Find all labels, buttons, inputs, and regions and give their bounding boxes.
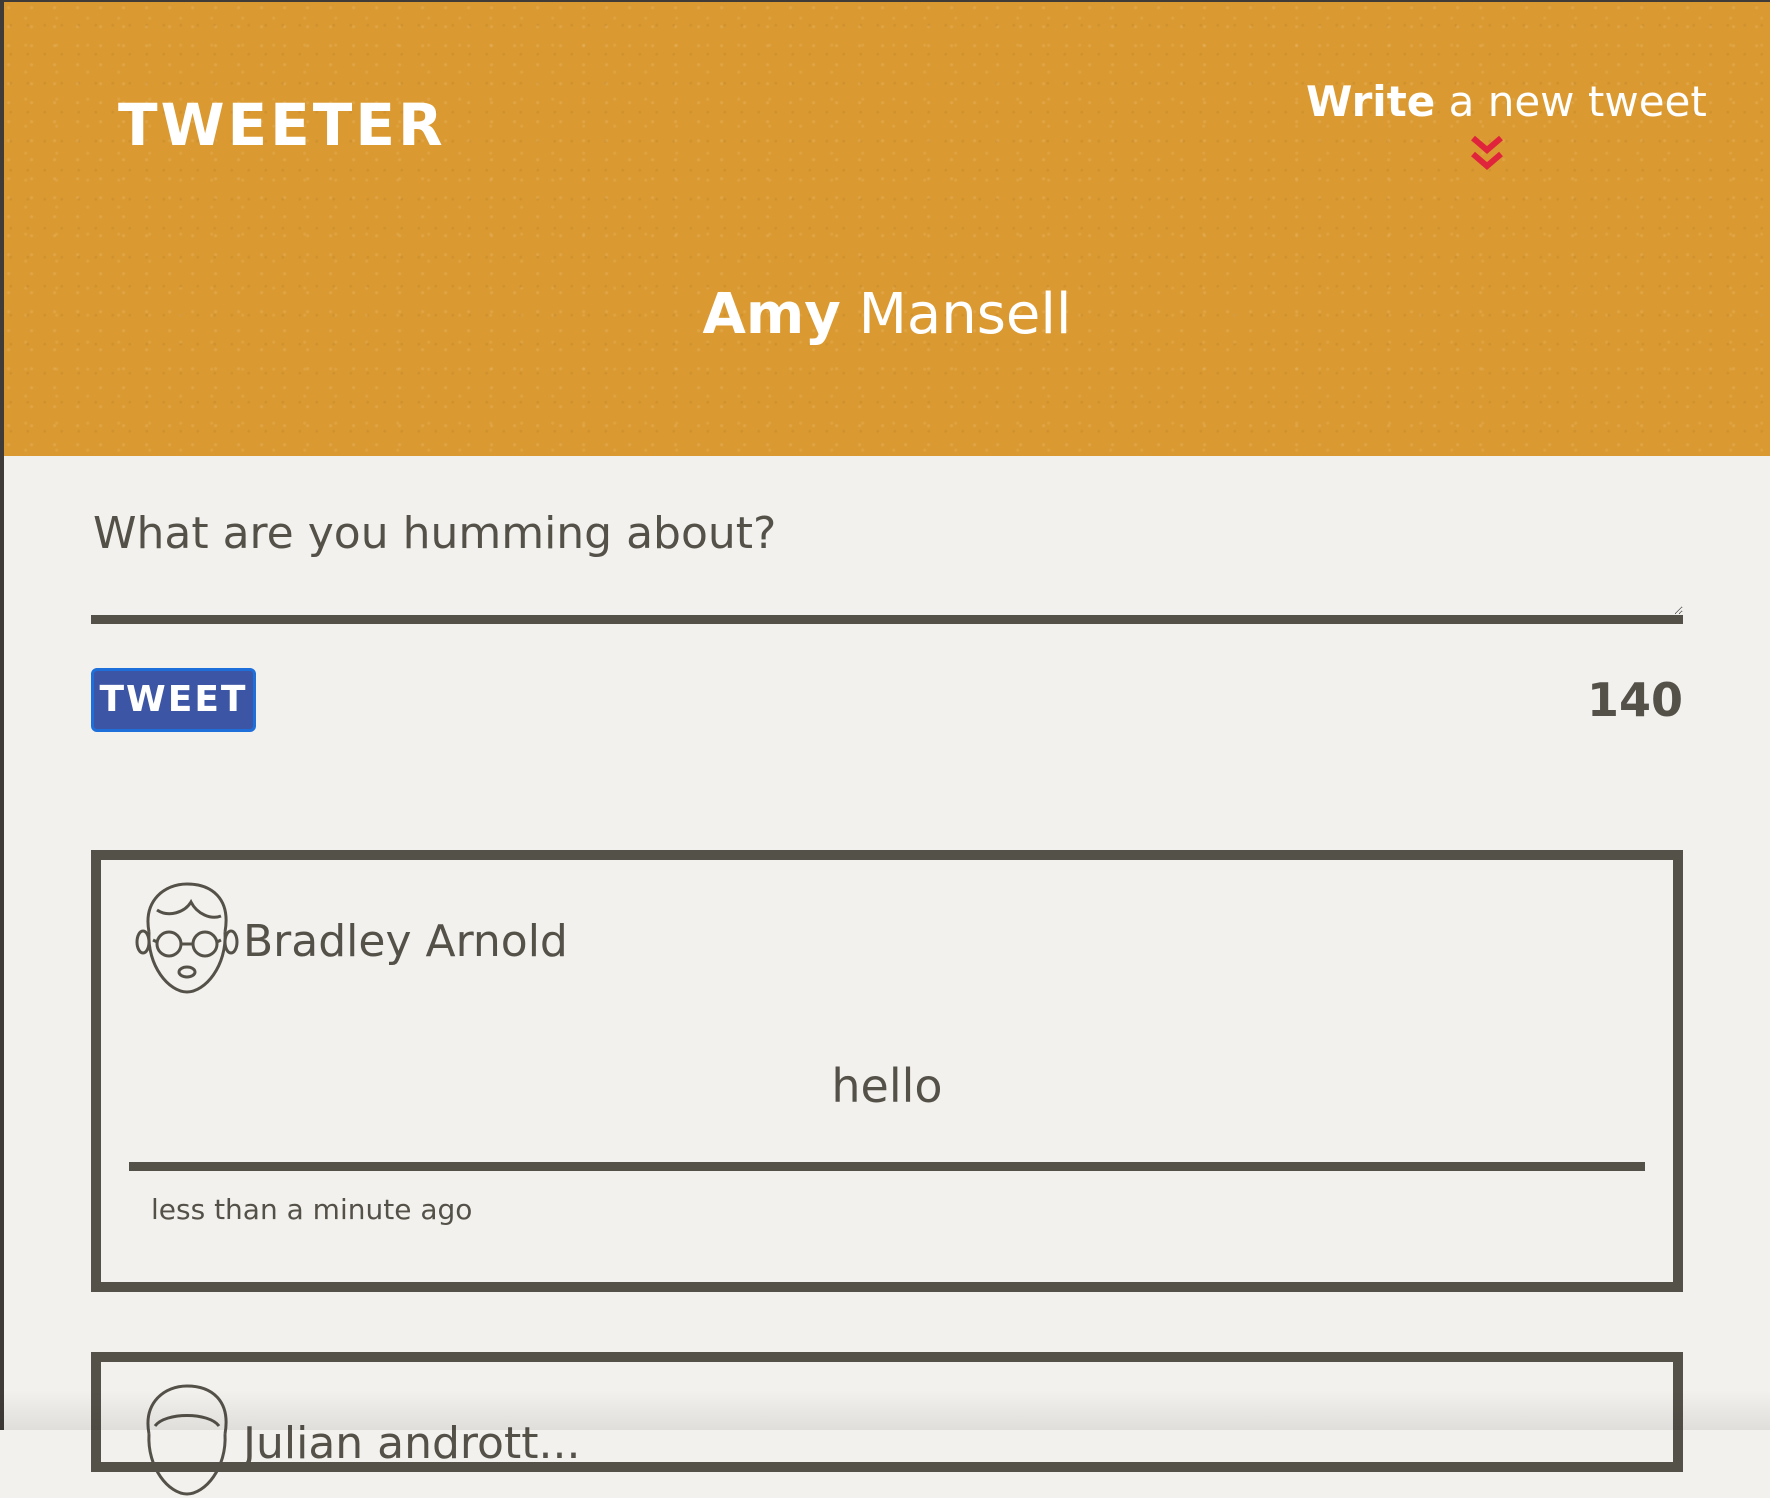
compose-toggle-button[interactable]: Write a new tweet — [1294, 72, 1707, 182]
tweet-composer: TWEET 140 — [91, 488, 1683, 732]
double-chevron-down-icon — [1471, 135, 1503, 170]
tweet-content: hello — [831, 1059, 943, 1113]
tweet-author: Bradley Arnold — [243, 916, 568, 967]
page-header: TWEETER Write a new tweet Amy Mansell — [4, 2, 1770, 456]
profile-last-name: Mansell — [858, 282, 1072, 347]
tweet-author: Julian andrott... — [243, 1418, 581, 1469]
avatar-icon — [146, 1384, 228, 1496]
app-logo: TWEETER — [118, 91, 446, 159]
tweet-divider — [129, 1162, 1645, 1171]
profile-first-name: Amy — [702, 282, 841, 347]
tweet-textarea[interactable] — [91, 488, 1683, 624]
avatar-glasses-icon — [135, 882, 239, 994]
tweet-timestamp: less than a minute ago — [151, 1193, 473, 1226]
tweet-card: Bradley Arnold hello less than a minute … — [91, 850, 1683, 1292]
compose-toggle-label: Write a new tweet — [1306, 72, 1707, 132]
character-counter: 140 — [1586, 673, 1683, 727]
compose-toggle-rest: a new tweet — [1448, 77, 1707, 126]
profile-name: Amy Mansell — [4, 280, 1770, 350]
compose-toggle-strong: Write — [1306, 77, 1436, 126]
tweet-card: Julian andrott... — [91, 1352, 1683, 1496]
tweet-submit-button[interactable]: TWEET — [91, 668, 256, 732]
